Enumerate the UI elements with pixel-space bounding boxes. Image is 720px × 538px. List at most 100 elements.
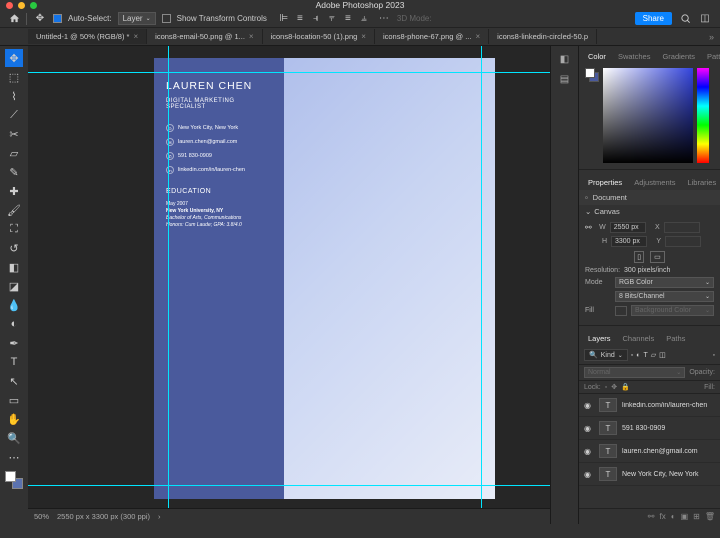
hue-slider[interactable] — [697, 68, 709, 163]
new-layer-icon[interactable]: ⊞ — [693, 512, 700, 521]
tab-overflow-icon[interactable]: » — [703, 32, 720, 42]
mode-select[interactable]: RGB Color⌄ — [615, 277, 714, 288]
zoom-tool[interactable]: 🔍 — [5, 429, 23, 447]
zoom-level[interactable]: 50% — [34, 512, 49, 521]
color-swatches[interactable] — [5, 471, 23, 489]
guide-horizontal[interactable] — [28, 485, 550, 486]
crop-tool[interactable]: ✂ — [5, 125, 23, 143]
tab-swatches[interactable]: Swatches — [613, 49, 656, 64]
healing-tool[interactable]: ✚ — [5, 182, 23, 200]
transform-checkbox[interactable] — [162, 14, 171, 23]
x-input[interactable] — [664, 222, 700, 233]
tab-adjustments[interactable]: Adjustments — [629, 175, 680, 190]
filter-adjustment-icon[interactable]: ◐ — [636, 352, 640, 359]
link-layers-icon[interactable]: ⚯ — [648, 512, 655, 521]
guide-vertical[interactable] — [168, 46, 169, 508]
document-tab[interactable]: Untitled-1 @ 50% (RGB/8) *× — [28, 29, 147, 44]
filter-type-icon[interactable]: T — [643, 352, 647, 359]
frame-tool[interactable]: ▱ — [5, 144, 23, 162]
minimize-window[interactable] — [18, 2, 25, 9]
layer-style-icon[interactable]: fx — [660, 512, 666, 521]
eyedropper-tool[interactable]: ✎ — [5, 163, 23, 181]
align-center-v-icon[interactable]: ≡ — [341, 12, 355, 26]
orientation-landscape-icon[interactable]: ▭ — [650, 251, 665, 263]
layer-item[interactable]: ◉ T linkedin.com/in/lauren-chen — [579, 394, 720, 417]
path-tool[interactable]: ↖ — [5, 372, 23, 390]
fill-select[interactable]: Background Color⌄ — [631, 305, 714, 316]
orientation-portrait-icon[interactable]: ▯ — [634, 251, 644, 263]
hand-tool[interactable]: ✋ — [5, 410, 23, 428]
dodge-tool[interactable]: ◐ — [5, 315, 23, 333]
link-icon[interactable]: ⚯ — [585, 223, 592, 232]
width-input[interactable] — [610, 222, 646, 233]
home-button[interactable] — [8, 13, 20, 25]
document-tab[interactable]: icons8-location-50 (1).png× — [263, 29, 375, 44]
guide-horizontal[interactable] — [28, 72, 550, 73]
gradient-tool[interactable]: ◪ — [5, 277, 23, 295]
fill-swatch[interactable] — [615, 306, 627, 316]
filter-toggle-icon[interactable]: ◦ — [713, 352, 715, 359]
blur-tool[interactable]: 💧 — [5, 296, 23, 314]
close-icon[interactable]: × — [133, 32, 138, 41]
edit-toolbar[interactable]: ⋯ — [5, 448, 23, 466]
visibility-icon[interactable]: ◉ — [584, 401, 594, 410]
eraser-tool[interactable]: ◧ — [5, 258, 23, 276]
share-button[interactable]: Share — [635, 12, 672, 25]
close-window[interactable] — [6, 2, 13, 9]
type-tool[interactable]: T — [5, 353, 23, 371]
panel-icon[interactable]: ▤ — [557, 72, 573, 86]
align-center-h-icon[interactable]: ≡ — [293, 12, 307, 26]
pen-tool[interactable]: ✒ — [5, 334, 23, 352]
color-picker[interactable] — [603, 68, 693, 163]
search-icon[interactable] — [678, 12, 692, 26]
bits-select[interactable]: 8 Bits/Channel⌄ — [615, 291, 714, 302]
panel-icon[interactable]: ◧ — [557, 52, 573, 66]
marquee-tool[interactable]: ⬚ — [5, 68, 23, 86]
move-tool[interactable]: ✥ — [5, 49, 23, 67]
y-input[interactable] — [665, 236, 701, 247]
lasso-tool[interactable]: ⌇ — [5, 87, 23, 105]
layer-filter-kind[interactable]: 🔍 Kind ⌄ — [584, 349, 628, 361]
tab-libraries[interactable]: Libraries — [682, 175, 720, 190]
tab-layers[interactable]: Layers — [583, 331, 616, 346]
foreground-color[interactable] — [5, 471, 16, 482]
tab-properties[interactable]: Properties — [583, 175, 627, 190]
filter-image-icon[interactable]: ▫ — [631, 352, 633, 359]
auto-select-dropdown[interactable]: Layer⌄ — [118, 12, 156, 25]
layer-thumbnail[interactable]: T — [599, 444, 617, 458]
canvas-area[interactable]: LAUREN CHEN DIGITAL MARKETING SPECIALIST… — [28, 46, 550, 508]
document-canvas[interactable]: LAUREN CHEN DIGITAL MARKETING SPECIALIST… — [154, 58, 495, 499]
visibility-icon[interactable]: ◉ — [584, 470, 594, 479]
align-right-icon[interactable]: ⫣ — [309, 12, 323, 26]
status-chevron-icon[interactable]: › — [158, 512, 161, 521]
layer-thumbnail[interactable]: T — [599, 398, 617, 412]
delete-layer-icon[interactable]: 🗑 — [705, 512, 715, 521]
layer-thumbnail[interactable]: T — [599, 421, 617, 435]
stamp-tool[interactable]: ⛶ — [5, 220, 23, 238]
filter-shape-icon[interactable]: ▱ — [651, 351, 656, 359]
close-icon[interactable]: × — [249, 32, 254, 41]
layer-mask-icon[interactable]: ◐ — [671, 512, 676, 521]
shape-tool[interactable]: ▭ — [5, 391, 23, 409]
tab-gradients[interactable]: Gradients — [657, 49, 700, 64]
document-tab[interactable]: icons8-email-50.png @ 1...× — [147, 29, 262, 44]
blend-mode-select[interactable]: Normal⌄ — [584, 367, 685, 378]
lock-position-icon[interactable]: ✥ — [611, 383, 617, 391]
close-icon[interactable]: × — [475, 32, 480, 41]
layer-item[interactable]: ◉ T New York City, New York — [579, 463, 720, 486]
tab-paths[interactable]: Paths — [661, 331, 690, 346]
lock-pixels-icon[interactable]: ▫ — [605, 384, 607, 391]
color-swatch-pair[interactable] — [585, 68, 599, 82]
history-brush-tool[interactable]: ↺ — [5, 239, 23, 257]
workspace-icon[interactable]: ◫ — [698, 12, 712, 26]
document-tab[interactable]: icons8-phone-67.png @ ...× — [375, 29, 489, 44]
align-bottom-icon[interactable]: ⫨ — [357, 12, 371, 26]
document-tab[interactable]: icons8-linkedin-circled-50.p — [489, 29, 597, 44]
filter-smart-icon[interactable]: ◫ — [659, 351, 666, 359]
tab-channels[interactable]: Channels — [618, 331, 660, 346]
lock-all-icon[interactable]: 🔒 — [621, 383, 630, 391]
wand-tool[interactable]: ⟋ — [5, 106, 23, 124]
brush-tool[interactable]: 🖌 — [5, 201, 23, 219]
layer-thumbnail[interactable]: T — [599, 467, 617, 481]
more-options-icon[interactable]: ⋯ — [377, 12, 391, 26]
